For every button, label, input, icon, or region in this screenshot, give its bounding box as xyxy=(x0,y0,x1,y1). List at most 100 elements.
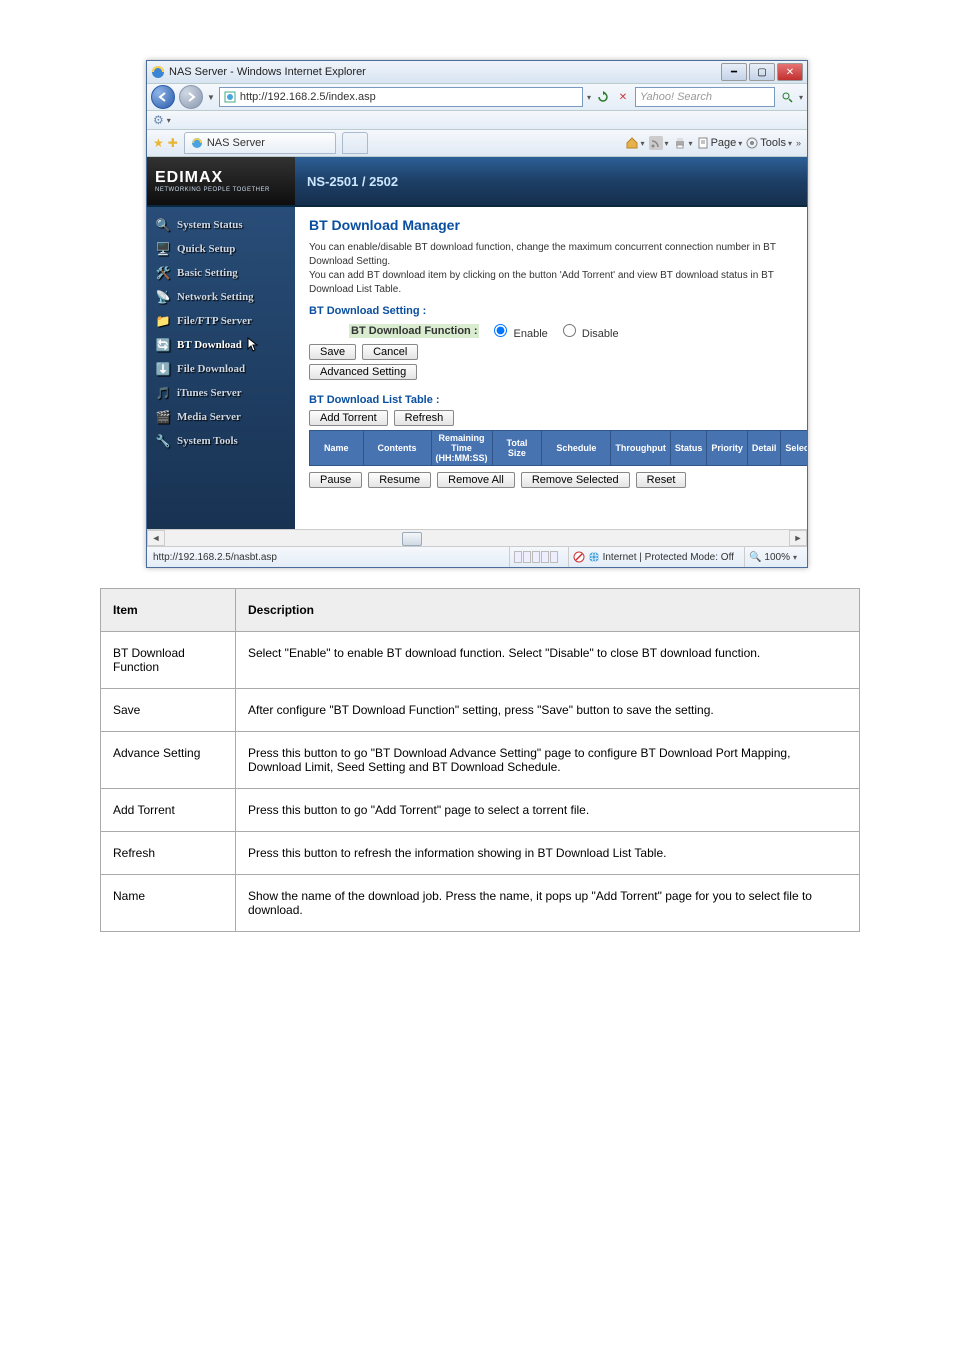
window-title: NAS Server - Windows Internet Explorer xyxy=(169,66,721,78)
new-tab-button[interactable] xyxy=(342,132,368,154)
blocked-icon xyxy=(573,551,585,563)
sidebar-item-system-status[interactable]: 🔍 System Status xyxy=(147,213,295,237)
bt-download-table: Name Contents Remaining Time (HH:MM:SS) … xyxy=(309,430,807,466)
search-dropdown-icon[interactable]: ▾ xyxy=(799,93,803,102)
sidebar-item-bt-download[interactable]: 🔄 BT Download xyxy=(147,333,295,357)
print-button[interactable]: ▾ xyxy=(673,136,693,150)
close-button[interactable]: ✕ xyxy=(777,63,803,81)
table-row: Add Torrent Press this button to go "Add… xyxy=(101,789,860,832)
description-table: Item Description BT Download Function Se… xyxy=(100,588,860,932)
table-row: Name Show the name of the download job. … xyxy=(101,875,860,932)
home-button[interactable]: ▾ xyxy=(625,136,645,150)
media-icon: 🎬 xyxy=(155,409,171,425)
itunes-icon: 🎵 xyxy=(155,385,171,401)
zone-indicator[interactable]: Internet | Protected Mode: Off xyxy=(568,547,738,567)
table-header-item: Item xyxy=(101,589,236,632)
stop-button[interactable]: ✕ xyxy=(615,88,631,106)
zone-label: Internet | Protected Mode: Off xyxy=(603,552,734,563)
recent-dropdown-icon[interactable]: ▼ xyxy=(207,93,215,102)
col-throughput: Throughput xyxy=(611,431,670,466)
remove-selected-button[interactable]: Remove Selected xyxy=(521,472,630,488)
col-contents: Contents xyxy=(363,431,431,466)
col-select: Select xyxy=(781,431,807,466)
favorites-star-icon[interactable]: ★ xyxy=(153,136,164,150)
col-remaining: Remaining Time (HH:MM:SS) xyxy=(431,431,492,466)
sidebar: 🔍 System Status 🖥️ Quick Setup 🛠️ Basic … xyxy=(147,207,295,529)
sidebar-item-media-server[interactable]: 🎬 Media Server xyxy=(147,405,295,429)
page-content: EDIMAX NETWORKING PEOPLE TOGETHER NS-250… xyxy=(147,157,807,546)
zoom-control[interactable]: 🔍 100% ▾ xyxy=(744,547,801,567)
disable-radio[interactable]: Disable xyxy=(558,321,619,340)
col-name: Name xyxy=(310,431,364,466)
maximize-button[interactable]: ▢ xyxy=(749,63,775,81)
download-icon: ⬇️ xyxy=(155,361,171,377)
refresh-button[interactable]: Refresh xyxy=(394,410,455,426)
add-torrent-button[interactable]: Add Torrent xyxy=(309,410,388,426)
reset-button[interactable]: Reset xyxy=(636,472,687,488)
sidebar-item-basic-setting[interactable]: 🛠️ Basic Setting xyxy=(147,261,295,285)
remove-all-button[interactable]: Remove All xyxy=(437,472,515,488)
sidebar-item-system-tools[interactable]: 🔧 System Tools xyxy=(147,429,295,453)
table-row: Save After configure "BT Download Functi… xyxy=(101,689,860,732)
address-url: http://192.168.2.5/index.asp xyxy=(240,91,376,103)
advanced-setting-button[interactable]: Advanced Setting xyxy=(309,364,417,380)
sidebar-item-file-download[interactable]: ⬇️ File Download xyxy=(147,357,295,381)
forward-button[interactable] xyxy=(179,85,203,109)
bt-function-row: BT Download Function : Enable Disable xyxy=(349,321,793,340)
cursor-icon xyxy=(246,337,260,353)
horizontal-scrollbar[interactable]: ◄ ► xyxy=(147,529,807,546)
refresh-button[interactable] xyxy=(595,88,611,106)
page-header: EDIMAX NETWORKING PEOPLE TOGETHER NS-250… xyxy=(147,157,807,207)
brand-logo: EDIMAX NETWORKING PEOPLE TOGETHER xyxy=(147,169,295,193)
tab-page-icon xyxy=(191,137,203,149)
progress-cells xyxy=(514,551,558,563)
add-favorites-icon[interactable]: ✚ xyxy=(168,136,178,150)
zoom-dropdown-icon[interactable]: ▾ xyxy=(793,553,797,562)
feeds-button[interactable]: ▾ xyxy=(649,136,669,150)
search-input[interactable]: Yahoo! Search xyxy=(635,87,775,107)
sidebar-item-quick-setup[interactable]: 🖥️ Quick Setup xyxy=(147,237,295,261)
ie-window: NAS Server - Windows Internet Explorer ━… xyxy=(146,60,808,568)
titlebar: NAS Server - Windows Internet Explorer ━… xyxy=(147,61,807,84)
main-panel: BT Download Manager You can enable/disab… xyxy=(295,207,807,529)
sidebar-item-itunes[interactable]: 🎵 iTunes Server xyxy=(147,381,295,405)
resume-button[interactable]: Resume xyxy=(368,472,431,488)
table-row: Advance Setting Press this button to go … xyxy=(101,732,860,789)
bt-icon: 🔄 xyxy=(155,337,171,353)
minimize-button[interactable]: ━ xyxy=(721,63,747,81)
table-header-desc: Description xyxy=(236,589,860,632)
page-menu[interactable]: Page ▾ xyxy=(697,137,743,149)
enable-radio[interactable]: Enable xyxy=(489,321,547,340)
status-icon: 🔍 xyxy=(155,217,171,233)
sidebar-item-network-setting[interactable]: 📡 Network Setting xyxy=(147,285,295,309)
zoom-value: 100% xyxy=(764,552,790,563)
globe-icon xyxy=(588,551,600,563)
tools-icon: 🔧 xyxy=(155,433,171,449)
compat-dropdown-icon[interactable]: ▾ xyxy=(167,116,171,125)
cancel-button[interactable]: Cancel xyxy=(362,344,418,360)
address-dropdown-icon[interactable]: ▾ xyxy=(587,93,591,102)
back-button[interactable] xyxy=(151,85,175,109)
save-button[interactable]: Save xyxy=(309,344,356,360)
network-icon: 📡 xyxy=(155,289,171,305)
pause-button[interactable]: Pause xyxy=(309,472,362,488)
tabbar: ★ ✚ NAS Server ▾ ▾ xyxy=(147,130,807,157)
page-description: You can enable/disable BT download funct… xyxy=(309,241,793,297)
scroll-thumb[interactable] xyxy=(402,532,422,546)
zoom-icon: 🔍 xyxy=(749,552,761,563)
tab-label: NAS Server xyxy=(207,137,265,149)
table-row: BT Download Function Select "Enable" to … xyxy=(101,632,860,689)
scroll-right-icon[interactable]: ► xyxy=(789,530,807,546)
addressbar: ▼ http://192.168.2.5/index.asp ▾ ✕ Yahoo… xyxy=(147,84,807,111)
tab-nas-server[interactable]: NAS Server xyxy=(184,132,336,154)
col-schedule: Schedule xyxy=(542,431,611,466)
compat-view-icon[interactable]: ⚙ xyxy=(153,113,164,127)
more-chevron-icon[interactable]: » xyxy=(796,138,801,148)
sidebar-item-file-ftp[interactable]: 📁 File/FTP Server xyxy=(147,309,295,333)
address-input[interactable]: http://192.168.2.5/index.asp xyxy=(219,87,583,107)
ftp-icon: 📁 xyxy=(155,313,171,329)
scroll-left-icon[interactable]: ◄ xyxy=(147,530,165,546)
tools-menu[interactable]: Tools ▾ xyxy=(746,137,792,149)
table-row: Refresh Press this button to refresh the… xyxy=(101,832,860,875)
search-go-button[interactable] xyxy=(779,88,795,106)
